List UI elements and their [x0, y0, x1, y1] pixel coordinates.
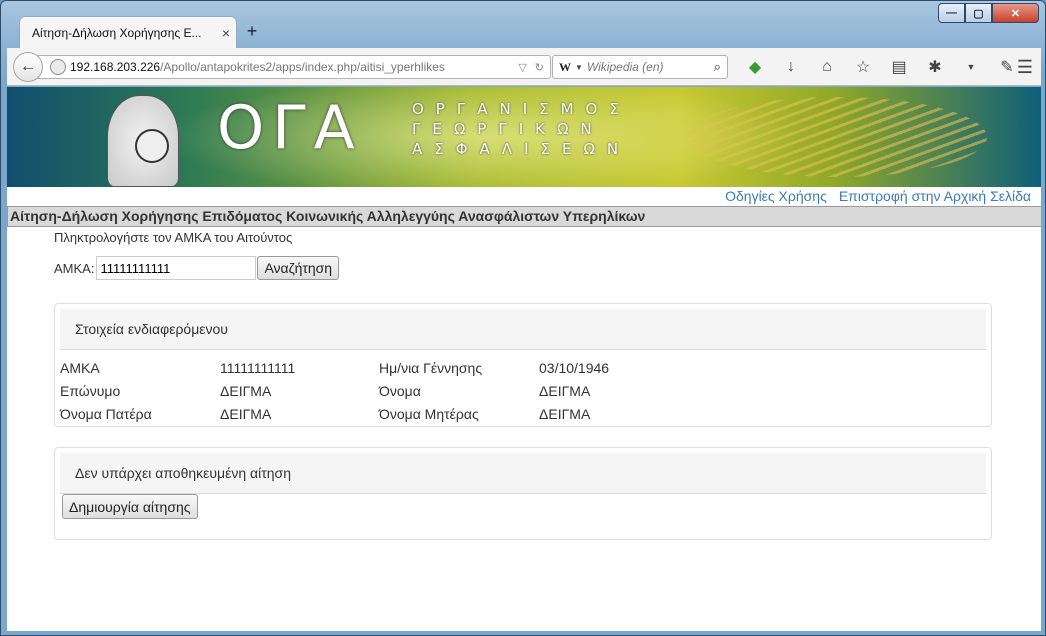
amka-input[interactable] [96, 256, 257, 280]
navigation-toolbar: 192.168.203.226 /Apollo/antapokrites2/ap… [7, 48, 1041, 86]
chevron-down-icon[interactable]: ▼ [575, 63, 583, 72]
person-details: ΑΜΚΑ 11111111111 Ημ/νια Γέννησης 03/10/1… [60, 356, 699, 425]
home-icon[interactable]: ⌂ [809, 57, 845, 77]
dropdown-arrow-icon[interactable]: ▽ [518, 61, 526, 74]
menu-icon[interactable]: ☰ [1017, 57, 1033, 78]
maximize-button[interactable]: ▢ [965, 3, 992, 23]
dropdown-icon[interactable]: ▼ [953, 57, 989, 77]
page-content: ΟΓΑ ΟΡΓΑΝΙΣΜΟΣ ΓΕΩΡΓΙΚΩΝ ΑΣΦΑΛΙΣΕΩΝ Οδηγ… [7, 87, 1041, 631]
search-placeholder: Wikipedia (en) [586, 60, 664, 74]
back-button[interactable]: ← [13, 52, 43, 82]
details-row: Όνομα Πατέρα ΔΕΙΓΜΑ Όνομα Μητέρας ΔΕΙΓΜΑ [60, 405, 591, 422]
details-row: ΑΜΚΑ 11111111111 Ημ/νια Γέννησης 03/10/1… [60, 359, 610, 376]
logo-text: ΟΓΑ [217, 93, 363, 163]
tab-title: Αίτηση-Δήλωση Χορήγησης Ε... [32, 25, 202, 40]
url-bar[interactable]: 192.168.203.226 /Apollo/antapokrites2/ap… [37, 55, 551, 79]
help-link[interactable]: Οδηγίες Χρήσης [725, 188, 827, 204]
wheat-image [687, 97, 987, 177]
url-host: 192.168.203.226 [70, 60, 161, 74]
reading-list-icon[interactable]: ▤ [881, 57, 917, 77]
globe-icon [50, 59, 66, 75]
top-links: Οδηγίες Χρήσης Επιστροφή στην Αρχική Σελ… [725, 188, 1031, 204]
browser-tab[interactable]: Αίτηση-Δήλωση Χορήγησης Ε... × [19, 16, 237, 48]
search-icon[interactable]: ⌕ [714, 59, 721, 75]
person-details-panel: Στοιχεία ενδιαφερόμενου ΑΜΚΑ 11111111111… [54, 303, 992, 427]
search-button[interactable]: Αναζήτηση [257, 256, 340, 280]
download-icon[interactable]: ↓ [773, 57, 809, 77]
wikipedia-icon: W [559, 59, 571, 74]
minimize-button[interactable]: — [938, 3, 965, 23]
close-window-button[interactable]: ✕ [992, 3, 1039, 23]
new-tab-button[interactable]: + [242, 21, 262, 42]
seal-icon [135, 129, 169, 163]
panel-heading: Στοιχεία ενδιαφερόμενου [60, 309, 986, 350]
amka-search-row: ΑΜΚΑ: Αναζήτηση [54, 256, 340, 280]
amka-label: ΑΜΚΑ: [54, 260, 95, 276]
url-path: /Apollo/antapokrites2/apps/index.php/ait… [160, 60, 445, 74]
window-controls: — ▢ ✕ [938, 3, 1039, 23]
firebug-icon[interactable]: ✱ [917, 57, 953, 77]
create-application-button[interactable]: Δημιουργία αίτησης [62, 494, 198, 519]
amka-prompt: Πληκτρολογήστε τον ΑΜΚΑ του Αιτούντος [54, 230, 293, 245]
search-box[interactable]: W ▼ Wikipedia (en) ⌕ [552, 55, 728, 79]
application-panel: Δεν υπάρχει αποθηκευμένη αίτηση Δημιουργ… [54, 447, 992, 540]
reload-icon[interactable]: ↻ [535, 61, 544, 74]
bookmark-star-icon[interactable]: ☆ [845, 57, 881, 77]
details-row: Επώνυμο ΔΕΙΓΜΑ Όνομα ΔΕΙΓΜΑ [60, 382, 591, 399]
addon-icon[interactable]: ◆ [737, 57, 773, 77]
home-link[interactable]: Επιστροφή στην Αρχική Σελίδα [839, 188, 1031, 204]
toolbar-icons: ◆ ↓ ⌂ ☆ ▤ ✱ ▼ ✎ [737, 57, 1025, 77]
close-tab-icon[interactable]: × [216, 25, 236, 41]
browser-window: — ▢ ✕ Αίτηση-Δήλωση Χορήγησης Ε... × + 1… [0, 0, 1046, 636]
header-banner: ΟΓΑ ΟΡΓΑΝΙΣΜΟΣ ΓΕΩΡΓΙΚΩΝ ΑΣΦΑΛΙΣΕΩΝ [7, 87, 1041, 187]
page-title: Αίτηση-Δήλωση Χορήγησης Επιδόματος Κοινω… [7, 206, 1041, 227]
panel-heading: Δεν υπάρχει αποθηκευμένη αίτηση [60, 453, 986, 494]
organization-name: ΟΡΓΑΝΙΣΜΟΣ ΓΕΩΡΓΙΚΩΝ ΑΣΦΑΛΙΣΕΩΝ [412, 100, 631, 158]
back-arrow-icon: ← [20, 58, 36, 75]
